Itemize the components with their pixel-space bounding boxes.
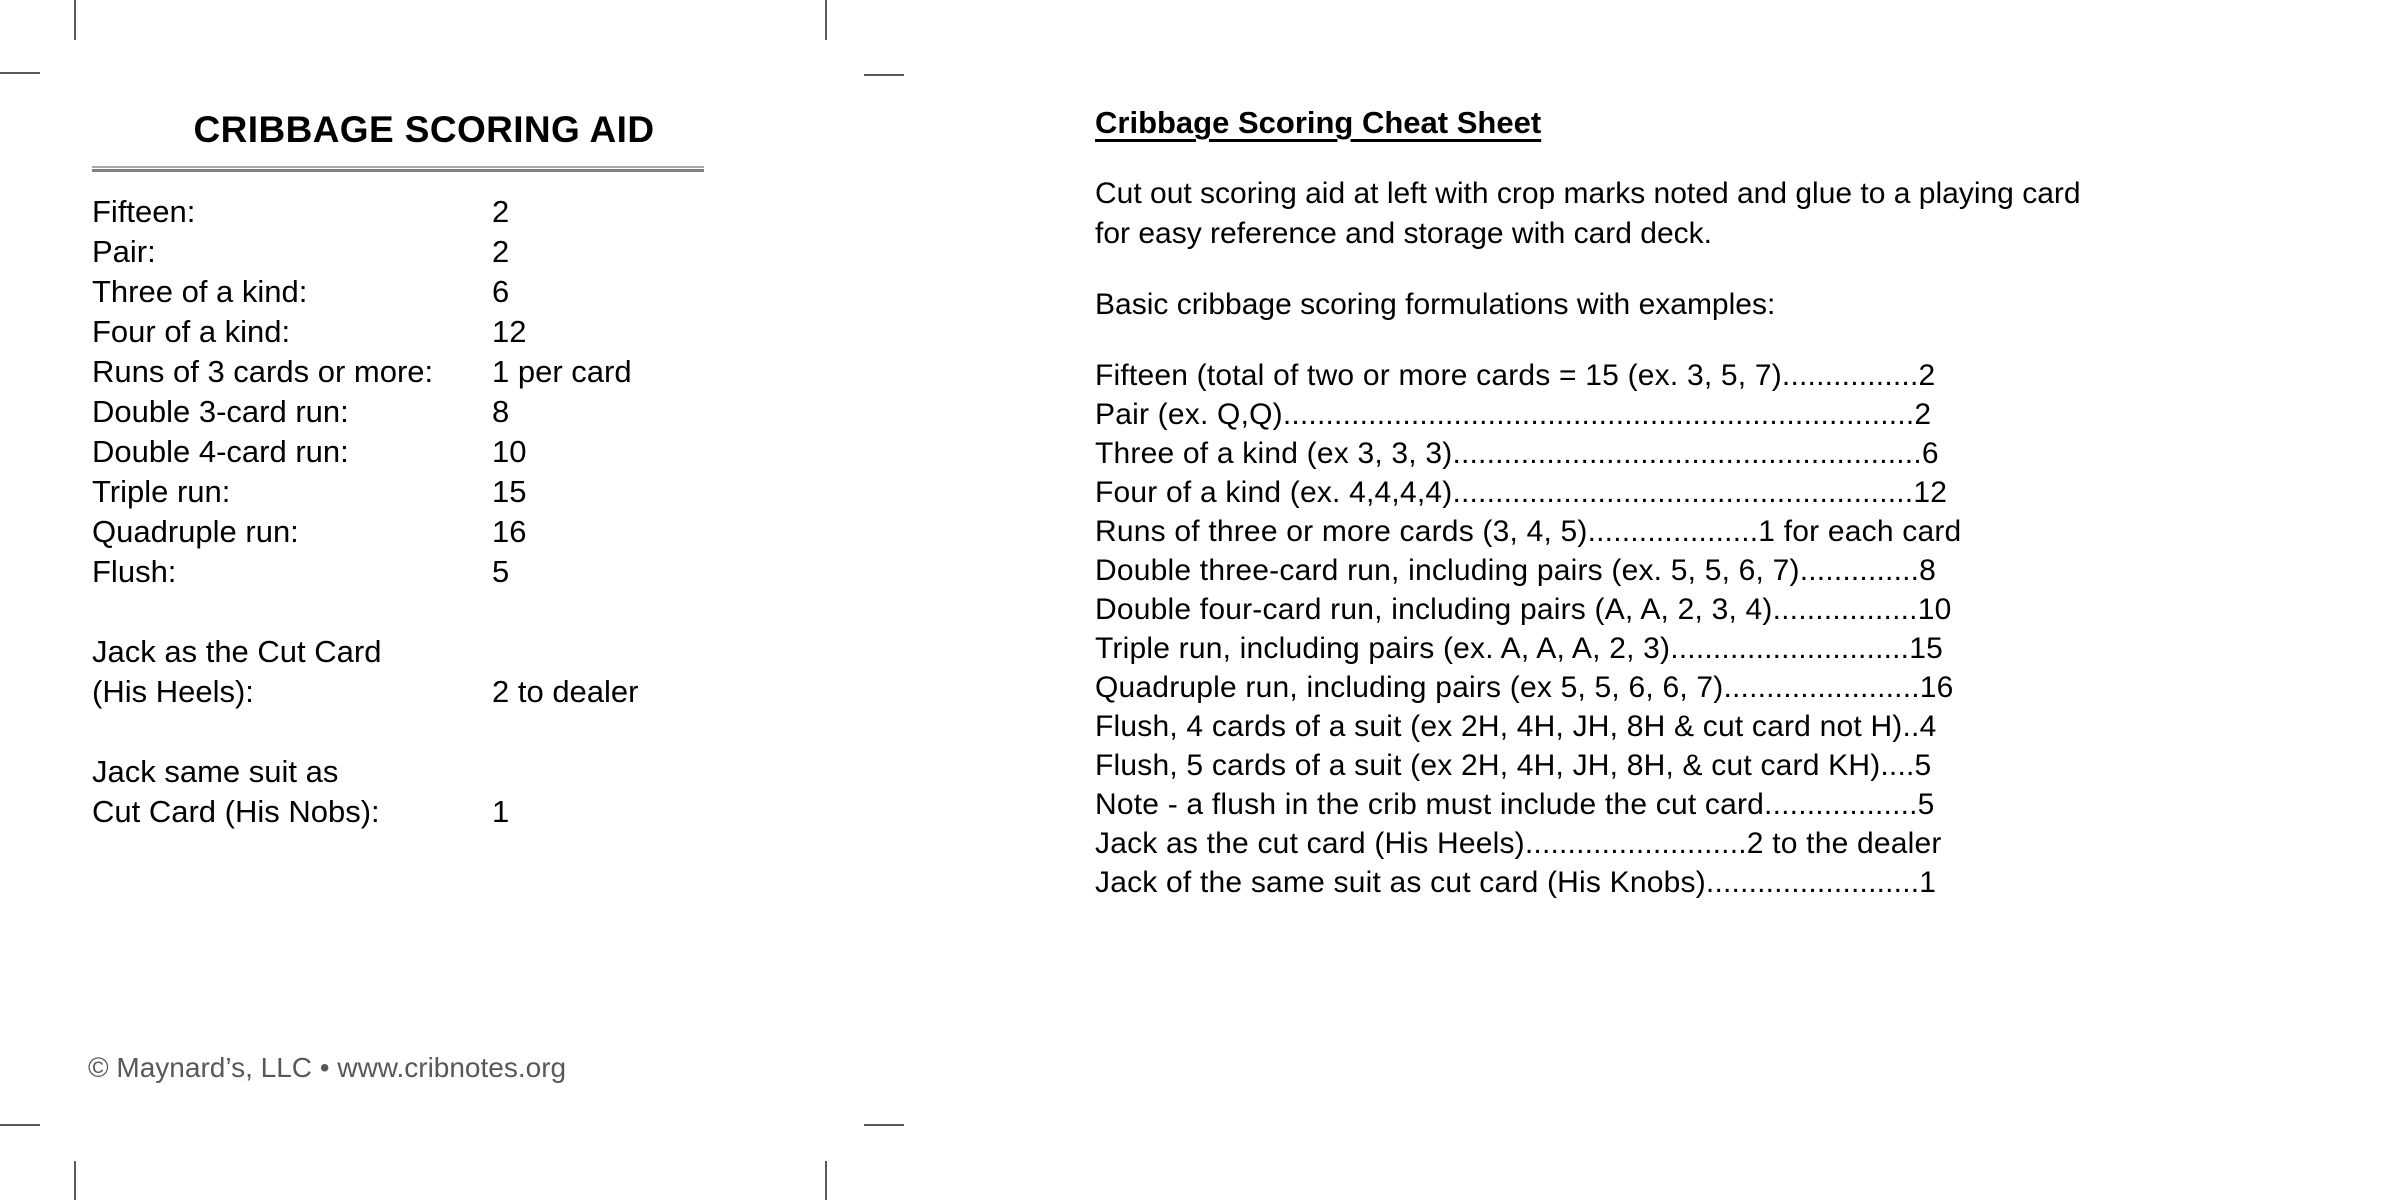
list-item: Fifteen (total of two or more cards = 15…: [1095, 359, 1936, 392]
table-row: Double 3-card run: 8: [92, 392, 752, 432]
title-divider-rule: [92, 166, 704, 172]
table-spacer-row: [92, 592, 752, 632]
crop-mark-top-right-vertical: [825, 0, 827, 40]
crop-mark-top-right-horizontal: [864, 74, 904, 76]
row-label: Fifteen:: [92, 194, 196, 229]
row-value: 6: [492, 274, 510, 309]
table-row: Three of a kind: 6: [92, 272, 752, 312]
scoring-rule-list: Fifteen (total of two or more cards = 15…: [1095, 356, 2325, 902]
spacer-cell: [92, 712, 492, 752]
jack-nobs-label-line2: Cut Card (His Nobs):: [92, 794, 380, 829]
row-label: Three of a kind:: [92, 274, 308, 309]
table-row: Runs of 3 cards or more: 1 per card: [92, 352, 752, 392]
row-value: 15: [492, 474, 527, 509]
jack-heels-value-spacer: [492, 632, 752, 672]
cheat-sheet-lead-in: Basic cribbage scoring formulations with…: [1095, 288, 1776, 321]
crop-mark-bottom-right-horizontal: [864, 1124, 904, 1126]
cheat-sheet-intro-paragraph: Cut out scoring aid at left with crop ma…: [1095, 177, 2081, 250]
row-label: Pair:: [92, 234, 156, 269]
table-row: Fifteen: 2: [92, 192, 752, 232]
copyright-footer: © Maynard’s, LLC • www.cribnotes.org: [88, 1052, 567, 1083]
cheat-sheet-heading: Cribbage Scoring Cheat Sheet: [1095, 105, 1542, 140]
list-item: Flush, 4 cards of a suit (ex 2H, 4H, JH,…: [1095, 710, 1937, 743]
row-label: Runs of 3 cards or more:: [92, 354, 434, 389]
jack-heels-label-line2: (His Heels):: [92, 674, 254, 709]
table-row: (His Heels): 2 to dealer: [92, 672, 752, 712]
list-item: Note - a flush in the crib must include …: [1095, 788, 1935, 821]
cheat-sheet-panel: Cribbage Scoring Cheat Sheet Cut out sco…: [1095, 103, 2325, 918]
list-item: Jack as the cut card (His Heels)........…: [1095, 827, 1942, 860]
list-item: Three of a kind (ex 3, 3, 3)............…: [1095, 437, 1939, 470]
row-label: Four of a kind:: [92, 314, 291, 349]
table-row: Jack as the Cut Card: [92, 632, 752, 672]
spacer-cell: [492, 712, 752, 752]
row-label: Double 4-card run:: [92, 434, 349, 469]
jack-heels-value: 2 to dealer: [492, 674, 639, 709]
row-value: 5: [492, 554, 510, 589]
table-row: Flush: 5: [92, 552, 752, 592]
jack-nobs-value-spacer: [492, 752, 752, 792]
jack-heels-label-line1: Jack as the Cut Card: [92, 634, 382, 669]
list-item: Quadruple run, including pairs (ex 5, 5,…: [1095, 671, 1954, 704]
table-row: Pair: 2: [92, 232, 752, 272]
row-value: 10: [492, 434, 527, 469]
spacer-cell: [92, 592, 492, 632]
list-item: Double four-card run, including pairs (A…: [1095, 593, 1952, 626]
crop-mark-bottom-right-vertical: [825, 1161, 827, 1200]
table-row: Four of a kind: 12: [92, 312, 752, 352]
crop-mark-bottom-left-vertical: [74, 1161, 76, 1200]
crop-mark-bottom-left-horizontal: [0, 1124, 40, 1126]
list-item: Flush, 5 cards of a suit (ex 2H, 4H, JH,…: [1095, 749, 1932, 782]
scoring-aid-card: CRIBBAGE SCORING AID Fifteen: 2 Pair: 2 …: [92, 108, 792, 832]
jack-nobs-value: 1: [492, 794, 510, 829]
row-value: 8: [492, 394, 510, 429]
list-item: Pair (ex. Q,Q)..........................…: [1095, 398, 1932, 431]
row-label: Double 3-card run:: [92, 394, 349, 429]
table-spacer-row: [92, 712, 752, 752]
row-label: Triple run:: [92, 474, 231, 509]
jack-nobs-label-line1: Jack same suit as: [92, 754, 339, 789]
list-item: Double three-card run, including pairs (…: [1095, 554, 1937, 587]
list-item: Four of a kind (ex. 4,4,4,4)............…: [1095, 476, 1948, 509]
row-value: 16: [492, 514, 527, 549]
crop-mark-top-left-vertical: [74, 0, 76, 40]
row-label: Flush:: [92, 554, 177, 589]
row-label: Quadruple run:: [92, 514, 299, 549]
table-row: Double 4-card run: 10: [92, 432, 752, 472]
scoring-aid-title: CRIBBAGE SCORING AID: [193, 109, 655, 150]
list-item: Triple run, including pairs (ex. A, A, A…: [1095, 632, 1943, 665]
crop-mark-top-left-horizontal: [0, 72, 40, 74]
table-row: Triple run: 15: [92, 472, 752, 512]
list-item: Runs of three or more cards (3, 4, 5)...…: [1095, 515, 1962, 548]
table-row: Quadruple run: 16: [92, 512, 752, 552]
row-value: 12: [492, 314, 527, 349]
row-value: 2: [492, 194, 510, 229]
table-row: Cut Card (His Nobs): 1: [92, 792, 752, 832]
row-value: 2: [492, 234, 510, 269]
spacer-cell: [492, 592, 752, 632]
table-row: Jack same suit as: [92, 752, 752, 792]
list-item: Jack of the same suit as cut card (His K…: [1095, 866, 1937, 899]
scoring-aid-table: Fifteen: 2 Pair: 2 Three of a kind: 6 Fo…: [92, 192, 752, 832]
row-value: 1 per card: [492, 354, 632, 389]
